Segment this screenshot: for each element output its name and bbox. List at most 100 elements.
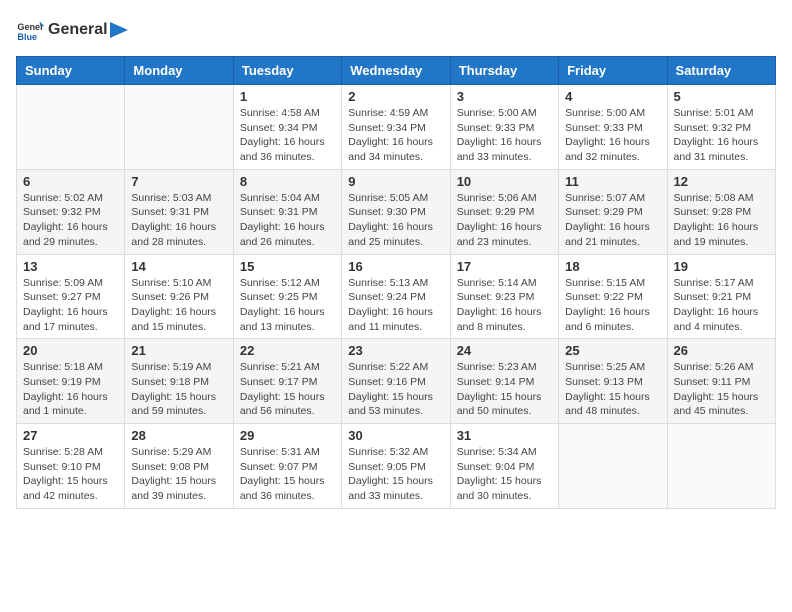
day-info: Sunrise: 5:05 AMSunset: 9:30 PMDaylight:… [348, 191, 443, 250]
day-number: 11 [565, 174, 660, 189]
col-header-friday: Friday [559, 57, 667, 85]
calendar-cell: 9 Sunrise: 5:05 AMSunset: 9:30 PMDaylight… [342, 169, 450, 254]
day-info: Sunrise: 5:25 AMSunset: 9:13 PMDaylight:… [565, 360, 660, 419]
day-number: 16 [348, 259, 443, 274]
day-number: 13 [23, 259, 118, 274]
day-number: 31 [457, 428, 552, 443]
calendar-cell: 3 Sunrise: 5:00 AMSunset: 9:33 PMDaylight… [450, 85, 558, 170]
day-number: 24 [457, 343, 552, 358]
calendar-cell: 16 Sunrise: 5:13 AMSunset: 9:24 PMDayligh… [342, 254, 450, 339]
day-info: Sunrise: 5:17 AMSunset: 9:21 PMDaylight:… [674, 276, 769, 335]
calendar-cell: 13 Sunrise: 5:09 AMSunset: 9:27 PMDayligh… [17, 254, 125, 339]
logo-general: General [48, 21, 108, 38]
day-number: 25 [565, 343, 660, 358]
day-number: 26 [674, 343, 769, 358]
col-header-tuesday: Tuesday [233, 57, 341, 85]
day-number: 30 [348, 428, 443, 443]
calendar-cell: 12Sunrise: 5:08 AMSunset: 9:28 PMDayligh… [667, 169, 775, 254]
logo: General Blue General [16, 16, 130, 44]
calendar-cell: 15 Sunrise: 5:12 AMSunset: 9:25 PMDayligh… [233, 254, 341, 339]
col-header-sunday: Sunday [17, 57, 125, 85]
calendar-cell: 30 Sunrise: 5:32 AMSunset: 9:05 PMDayligh… [342, 424, 450, 509]
day-info: Sunrise: 5:13 AMSunset: 9:24 PMDaylight:… [348, 276, 443, 335]
day-info: Sunrise: 5:02 AMSunset: 9:32 PMDaylight:… [23, 191, 118, 250]
day-number: 4 [565, 89, 660, 104]
header: General Blue General [16, 16, 776, 44]
day-info: Sunrise: 5:29 AMSunset: 9:08 PMDaylight:… [131, 445, 226, 504]
day-info: Sunrise: 5:15 AMSunset: 9:22 PMDaylight:… [565, 276, 660, 335]
calendar-cell: 29 Sunrise: 5:31 AMSunset: 9:07 PMDayligh… [233, 424, 341, 509]
calendar-cell: 21 Sunrise: 5:19 AMSunset: 9:18 PMDayligh… [125, 339, 233, 424]
calendar-cell: 11 Sunrise: 5:07 AMSunset: 9:29 PMDayligh… [559, 169, 667, 254]
logo-triangle-icon [110, 22, 128, 38]
day-info: Sunrise: 5:08 AMSunset: 9:28 PMDaylight:… [674, 191, 769, 250]
day-number: 19 [674, 259, 769, 274]
day-number: 3 [457, 89, 552, 104]
day-info: Sunrise: 5:12 AMSunset: 9:25 PMDaylight:… [240, 276, 335, 335]
calendar: SundayMondayTuesdayWednesdayThursdayFrid… [16, 56, 776, 509]
svg-text:Blue: Blue [17, 32, 37, 42]
day-info: Sunrise: 5:09 AMSunset: 9:27 PMDaylight:… [23, 276, 118, 335]
day-number: 1 [240, 89, 335, 104]
calendar-cell: 6 Sunrise: 5:02 AMSunset: 9:32 PMDaylight… [17, 169, 125, 254]
day-number: 9 [348, 174, 443, 189]
calendar-cell [125, 85, 233, 170]
calendar-cell [559, 424, 667, 509]
calendar-cell: 23 Sunrise: 5:22 AMSunset: 9:16 PMDayligh… [342, 339, 450, 424]
day-info: Sunrise: 5:31 AMSunset: 9:07 PMDaylight:… [240, 445, 335, 504]
day-number: 23 [348, 343, 443, 358]
calendar-week-row: 6 Sunrise: 5:02 AMSunset: 9:32 PMDaylight… [17, 169, 776, 254]
day-info: Sunrise: 5:01 AMSunset: 9:32 PMDaylight:… [674, 106, 769, 165]
day-info: Sunrise: 5:22 AMSunset: 9:16 PMDaylight:… [348, 360, 443, 419]
calendar-cell [17, 85, 125, 170]
day-info: Sunrise: 5:04 AMSunset: 9:31 PMDaylight:… [240, 191, 335, 250]
calendar-cell: 2 Sunrise: 4:59 AMSunset: 9:34 PMDaylight… [342, 85, 450, 170]
calendar-cell: 8Sunrise: 5:04 AMSunset: 9:31 PMDaylight… [233, 169, 341, 254]
day-number: 22 [240, 343, 335, 358]
day-number: 14 [131, 259, 226, 274]
col-header-wednesday: Wednesday [342, 57, 450, 85]
col-header-thursday: Thursday [450, 57, 558, 85]
day-number: 5 [674, 89, 769, 104]
day-number: 2 [348, 89, 443, 104]
day-info: Sunrise: 5:07 AMSunset: 9:29 PMDaylight:… [565, 191, 660, 250]
calendar-cell: 10Sunrise: 5:06 AMSunset: 9:29 PMDayligh… [450, 169, 558, 254]
day-info: Sunrise: 5:00 AMSunset: 9:33 PMDaylight:… [457, 106, 552, 165]
day-info: Sunrise: 5:14 AMSunset: 9:23 PMDaylight:… [457, 276, 552, 335]
day-info: Sunrise: 5:21 AMSunset: 9:17 PMDaylight:… [240, 360, 335, 419]
calendar-week-row: 27Sunrise: 5:28 AMSunset: 9:10 PMDayligh… [17, 424, 776, 509]
day-info: Sunrise: 4:59 AMSunset: 9:34 PMDaylight:… [348, 106, 443, 165]
calendar-cell: 17 Sunrise: 5:14 AMSunset: 9:23 PMDayligh… [450, 254, 558, 339]
day-info: Sunrise: 5:00 AMSunset: 9:33 PMDaylight:… [565, 106, 660, 165]
calendar-week-row: 1 Sunrise: 4:58 AMSunset: 9:34 PMDaylight… [17, 85, 776, 170]
calendar-cell: 14Sunrise: 5:10 AMSunset: 9:26 PMDayligh… [125, 254, 233, 339]
day-number: 6 [23, 174, 118, 189]
day-info: Sunrise: 5:23 AMSunset: 9:14 PMDaylight:… [457, 360, 552, 419]
day-number: 21 [131, 343, 226, 358]
calendar-week-row: 20Sunrise: 5:18 AMSunset: 9:19 PMDayligh… [17, 339, 776, 424]
calendar-cell: 19 Sunrise: 5:17 AMSunset: 9:21 PMDayligh… [667, 254, 775, 339]
day-info: Sunrise: 5:32 AMSunset: 9:05 PMDaylight:… [348, 445, 443, 504]
calendar-cell: 28Sunrise: 5:29 AMSunset: 9:08 PMDayligh… [125, 424, 233, 509]
calendar-cell: 4 Sunrise: 5:00 AMSunset: 9:33 PMDaylight… [559, 85, 667, 170]
day-number: 15 [240, 259, 335, 274]
day-info: Sunrise: 5:26 AMSunset: 9:11 PMDaylight:… [674, 360, 769, 419]
calendar-cell: 22 Sunrise: 5:21 AMSunset: 9:17 PMDayligh… [233, 339, 341, 424]
calendar-cell: 5 Sunrise: 5:01 AMSunset: 9:32 PMDaylight… [667, 85, 775, 170]
day-info: Sunrise: 5:19 AMSunset: 9:18 PMDaylight:… [131, 360, 226, 419]
day-number: 29 [240, 428, 335, 443]
day-number: 18 [565, 259, 660, 274]
day-number: 17 [457, 259, 552, 274]
calendar-cell: 26 Sunrise: 5:26 AMSunset: 9:11 PMDayligh… [667, 339, 775, 424]
calendar-cell: 18 Sunrise: 5:15 AMSunset: 9:22 PMDayligh… [559, 254, 667, 339]
day-info: Sunrise: 4:58 AMSunset: 9:34 PMDaylight:… [240, 106, 335, 165]
day-info: Sunrise: 5:34 AMSunset: 9:04 PMDaylight:… [457, 445, 552, 504]
day-number: 27 [23, 428, 118, 443]
col-header-saturday: Saturday [667, 57, 775, 85]
calendar-week-row: 13 Sunrise: 5:09 AMSunset: 9:27 PMDayligh… [17, 254, 776, 339]
day-number: 7 [131, 174, 226, 189]
logo-icon: General Blue [16, 16, 44, 44]
calendar-cell: 20Sunrise: 5:18 AMSunset: 9:19 PMDayligh… [17, 339, 125, 424]
calendar-cell: 25 Sunrise: 5:25 AMSunset: 9:13 PMDayligh… [559, 339, 667, 424]
col-header-monday: Monday [125, 57, 233, 85]
